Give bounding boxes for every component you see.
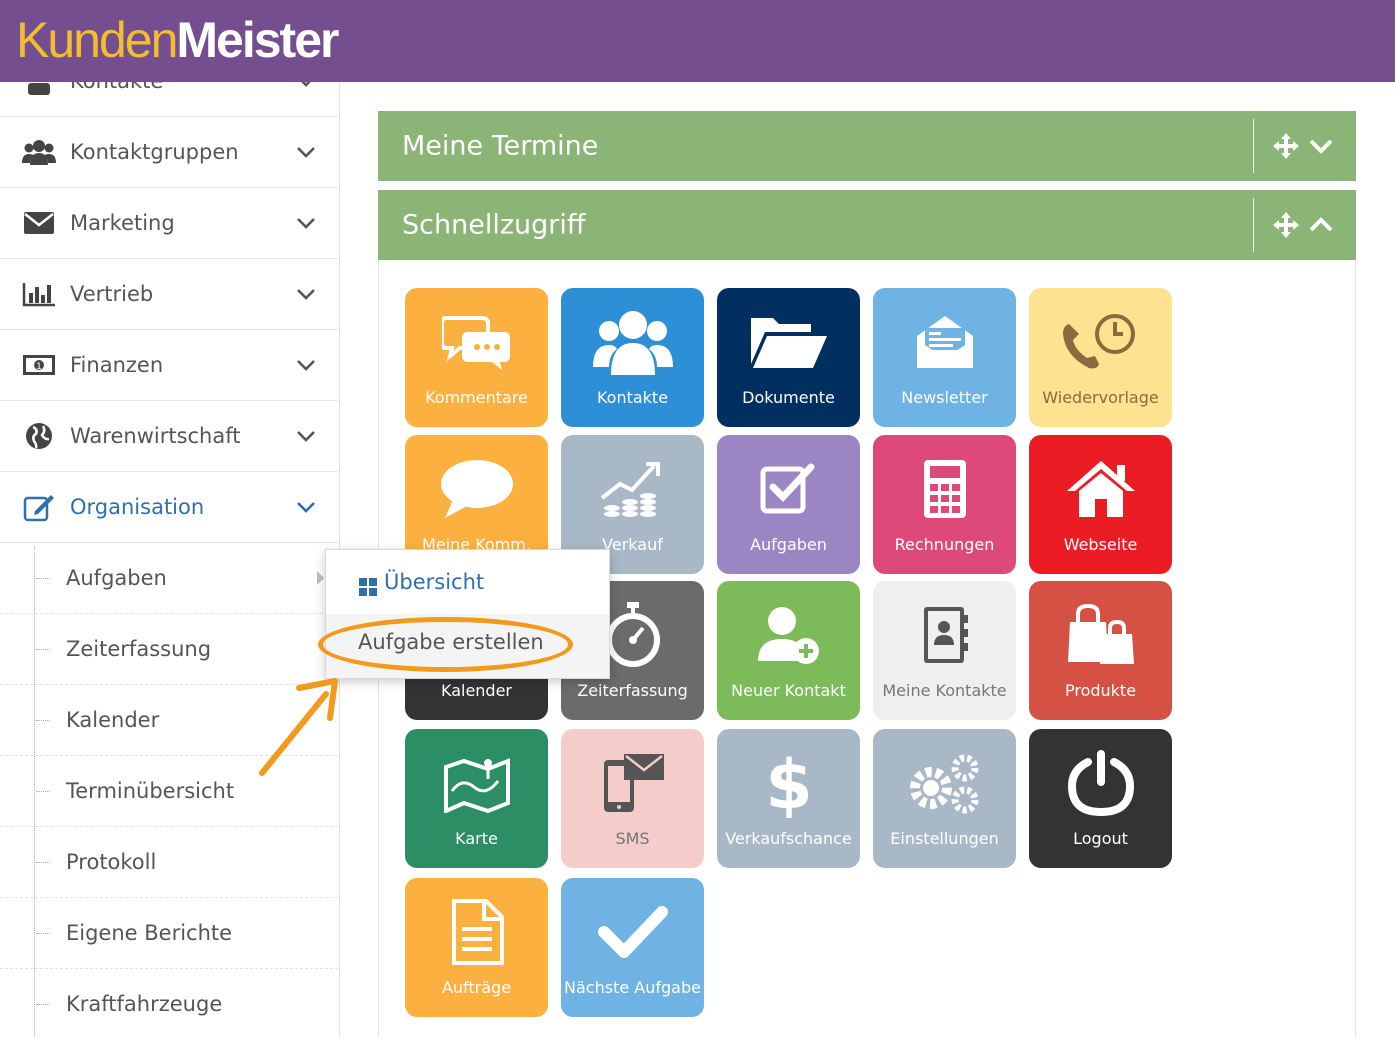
annotation-arrow xyxy=(259,678,338,776)
